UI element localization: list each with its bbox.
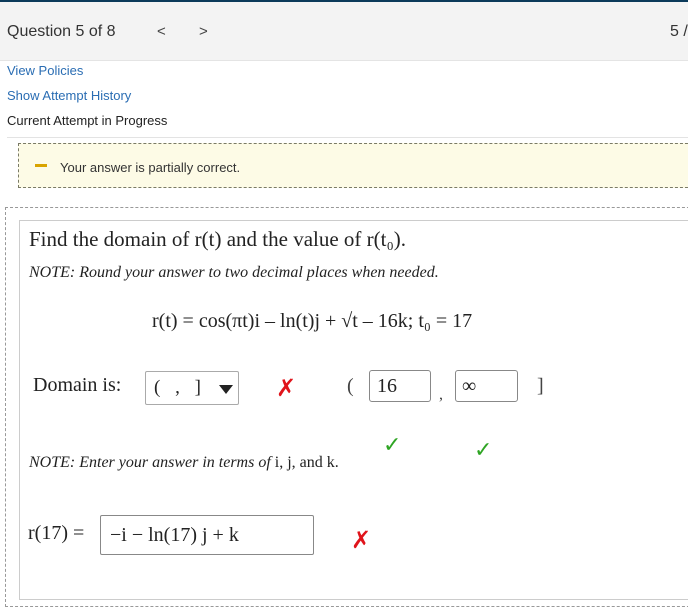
incorrect-x-icon: ✗ xyxy=(276,374,297,402)
rounding-note: NOTE: Round your answer to two decimal p… xyxy=(29,264,439,281)
r17-answer-input[interactable]: −i − ln(17) j + k xyxy=(100,515,314,555)
view-policies-link[interactable]: View Policies xyxy=(7,63,83,78)
question-page-count: 5 / xyxy=(670,23,688,40)
question-number: Question 5 of 8 xyxy=(7,23,116,40)
next-question-chevron-icon[interactable]: > xyxy=(199,23,208,40)
r17-label: r(17) = xyxy=(28,522,85,544)
interval-type-value: ( , ] xyxy=(154,377,206,398)
domain-upper-bound-value: ∞ xyxy=(462,375,477,397)
answer-status-banner: Your answer is partially correct. xyxy=(18,143,688,188)
show-attempt-history-link[interactable]: Show Attempt History xyxy=(7,88,131,103)
upper-bound-correct-check-icon: ✓ xyxy=(474,438,493,463)
current-attempt-label: Current Attempt in Progress xyxy=(7,113,168,128)
domain-lower-bound-input[interactable]: 16 xyxy=(369,370,431,402)
lower-bound-correct-check-icon: ✓ xyxy=(383,433,402,458)
domain-lower-bound-value: 16 xyxy=(377,375,397,397)
vector-function-equation: r(t) = cos(πt)i – ln(t)j + √t – 16k; t₀ … xyxy=(152,310,473,332)
question-header: Question 5 of 8 < > 5 / xyxy=(0,2,688,61)
domain-label: Domain is: xyxy=(33,374,122,396)
terms-note: NOTE: Enter your answer in terms of i, j… xyxy=(29,454,339,471)
partial-correct-icon xyxy=(35,164,47,167)
divider xyxy=(7,137,688,138)
previous-question-chevron-icon[interactable]: < xyxy=(157,23,166,40)
interval-comma: , xyxy=(439,386,443,403)
r17-incorrect-x-icon: ✗ xyxy=(351,526,372,554)
domain-upper-bound-input[interactable]: ∞ xyxy=(455,370,518,402)
interval-close-bracket: ] xyxy=(537,375,544,397)
interval-open-paren: ( xyxy=(347,375,354,397)
interval-type-select[interactable]: ( , ] xyxy=(145,371,239,405)
r17-answer-value: −i − ln(17) j + k xyxy=(110,524,239,546)
chevron-down-icon xyxy=(219,385,233,394)
answer-status-message: Your answer is partially correct. xyxy=(60,160,241,175)
question-prompt: Find the domain of r(t) and the value of… xyxy=(29,227,407,251)
